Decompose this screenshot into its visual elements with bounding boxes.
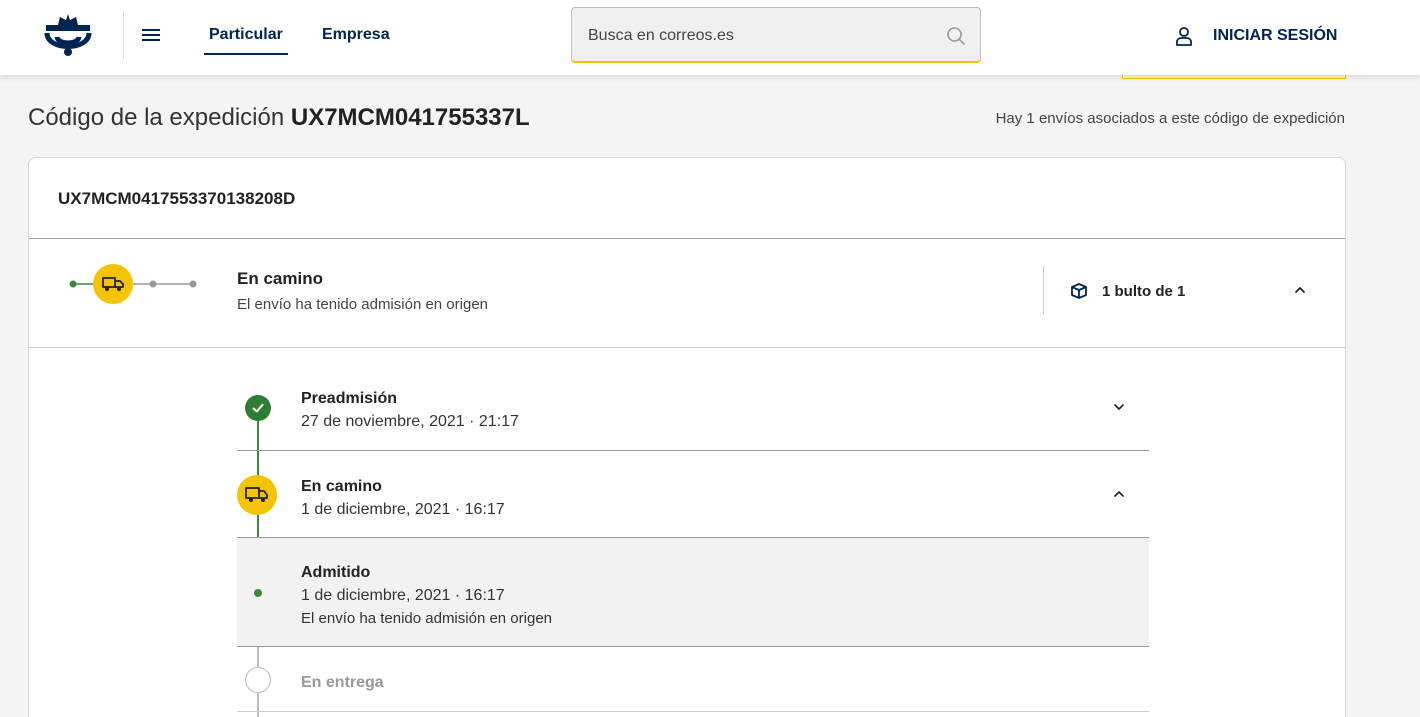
current-status-subtitle: El envío ha tenido admisión en origen — [237, 296, 489, 313]
package-icon — [1071, 283, 1087, 299]
packages-label: 1 bulto de 1 — [1102, 282, 1186, 300]
chevron-up-icon[interactable] — [1111, 486, 1127, 502]
associated-shipments-text: Hay 1 envíos asociados a este código de … — [995, 110, 1345, 127]
sub-event-date: 1 de diciembre, 2021 · 16:17 — [301, 587, 505, 604]
vertical-divider — [1043, 266, 1044, 314]
tab-particular[interactable]: Particular — [209, 26, 283, 44]
event-title: Preadmisión — [301, 390, 398, 407]
event-divider — [237, 537, 1149, 538]
card-divider — [29, 238, 1345, 239]
event-title-pending: En entrega — [301, 674, 384, 691]
expedition-code: UX7MCM041755337L — [290, 104, 530, 131]
event-divider — [237, 711, 1149, 712]
user-icon — [1176, 27, 1192, 46]
menu-icon[interactable] — [140, 24, 164, 46]
pending-step-marker — [245, 667, 271, 693]
shipment-code: UX7MCM0417553370138208D — [58, 189, 296, 208]
tab-empresa[interactable]: Empresa — [322, 26, 390, 44]
event-divider — [237, 450, 1149, 451]
card-divider — [29, 347, 1345, 348]
timeline-dot — [254, 589, 262, 597]
check-icon — [245, 395, 271, 421]
truck-icon — [237, 475, 277, 515]
chevron-up-icon[interactable] — [1291, 281, 1309, 299]
site-header: Particular Empresa INICIAR SESIÓN — [0, 0, 1420, 75]
header-divider — [123, 12, 124, 59]
correos-logo-icon[interactable] — [42, 11, 94, 61]
active-tab-indicator — [204, 53, 288, 55]
sub-event-description: El envío ha tenido admisión en origen — [301, 610, 553, 627]
event-date: 27 de noviembre, 2021 · 21:17 — [301, 413, 519, 430]
event-title: En camino — [301, 478, 382, 495]
event-divider — [237, 646, 1149, 647]
chevron-down-icon[interactable] — [1111, 399, 1127, 415]
status-progress — [69, 264, 197, 304]
packages-toggle[interactable]: 1 bulto de 1 — [1069, 281, 1185, 301]
page-title: Código de la expedición UX7MCM041755337L — [28, 104, 530, 132]
shipment-card: UX7MCM0417553370138208D En camino El env… — [28, 157, 1346, 717]
current-status-title: En camino — [237, 269, 323, 288]
sub-event-title: Admitido — [301, 564, 371, 581]
search-icon[interactable] — [946, 26, 966, 46]
login-label: INICIAR SESIÓN — [1213, 27, 1338, 44]
login-button[interactable]: INICIAR SESIÓN — [1173, 24, 1337, 48]
expedition-title-prefix: Código de la expedición — [28, 104, 285, 131]
notice-strip — [1122, 75, 1346, 79]
event-date: 1 de diciembre, 2021 · 16:17 — [301, 501, 505, 518]
search-box — [571, 7, 981, 63]
search-input[interactable] — [588, 24, 928, 48]
